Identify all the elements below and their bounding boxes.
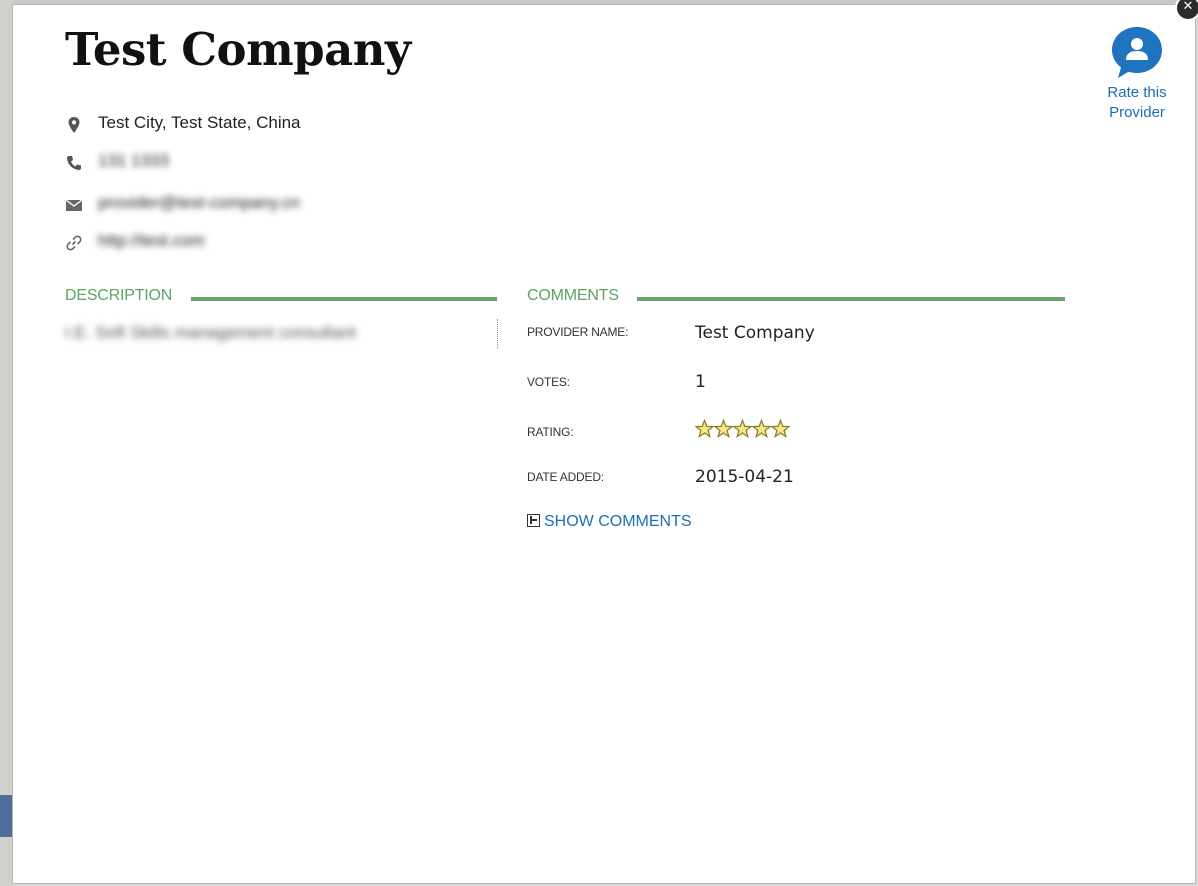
location-row: Test City, Test State, China [65, 113, 465, 137]
show-comments-label: SHOW COMMENTS [544, 513, 692, 530]
comments-heading-label: COMMENTS [527, 287, 619, 304]
link-icon [66, 235, 82, 251]
envelope-icon [65, 199, 83, 211]
provider-name-value: Test Company [695, 323, 815, 343]
description-heading-rule [191, 297, 497, 301]
star-icon[interactable] [695, 419, 714, 439]
plus-box-icon [527, 514, 540, 527]
column-divider [497, 319, 498, 349]
rate-provider-button[interactable]: Rate this Provider [1097, 25, 1177, 123]
provider-detail-modal: ✕ Test Company Rate this Provider Test C… [12, 0, 1198, 884]
phone-text: 131 1333 [98, 151, 169, 170]
star-icon[interactable] [752, 419, 771, 439]
phone-row: 131 1333 [65, 151, 465, 175]
email-row: provider@test-company.cn [65, 193, 465, 217]
comments-heading-rule [637, 297, 1065, 301]
comments-heading: COMMENTS [527, 287, 1065, 309]
website-link[interactable]: http://test.com [98, 231, 205, 251]
show-comments-button[interactable]: SHOW COMMENTS [527, 513, 692, 531]
rating-stars[interactable] [695, 419, 790, 441]
star-icon[interactable] [733, 419, 752, 439]
website-row: http://test.com [65, 231, 465, 255]
description-heading-label: DESCRIPTION [65, 287, 173, 304]
votes-label: VOTES: [527, 375, 570, 389]
email-link[interactable]: provider@test-company.cn [98, 193, 300, 213]
description-text: I.E. Soft Skills management consultant [65, 323, 357, 342]
description-heading: DESCRIPTION [65, 287, 497, 309]
user-speech-bubble-icon [1112, 27, 1162, 78]
location-text: Test City, Test State, China [98, 113, 301, 132]
rate-provider-label: Rate this Provider [1107, 84, 1167, 121]
votes-value: 1 [695, 372, 706, 392]
map-pin-icon [68, 117, 80, 133]
date-added-value: 2015-04-21 [695, 467, 794, 487]
provider-name-label: PROVIDER NAME: [527, 325, 629, 339]
phone-icon [67, 156, 81, 170]
rating-label: RATING: [527, 425, 574, 439]
close-icon[interactable]: ✕ [1175, 0, 1198, 21]
backdrop-blue-block [0, 795, 12, 837]
star-icon[interactable] [714, 419, 733, 439]
star-icon[interactable] [771, 419, 790, 439]
date-added-label: DATE ADDED: [527, 470, 604, 484]
provider-title: Test Company [65, 23, 411, 76]
